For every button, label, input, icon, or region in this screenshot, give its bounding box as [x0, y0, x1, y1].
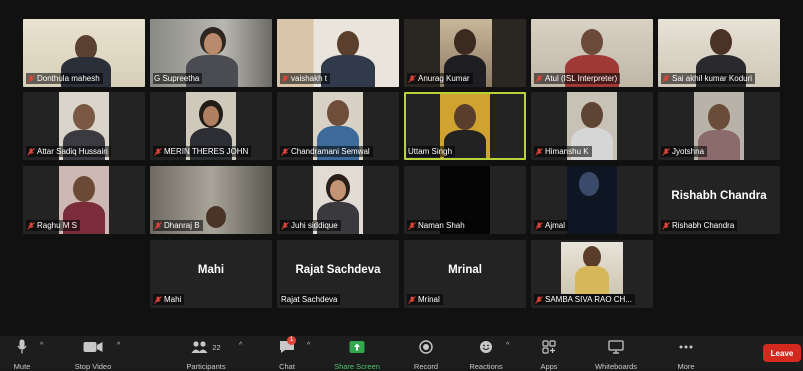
mic-muted-icon [408, 221, 416, 230]
participant-name: Naman Shah [407, 220, 468, 231]
participant-name: Sai akhil kumar Koduri [661, 73, 756, 84]
participant-name: G Supreetha [153, 73, 203, 84]
participant-display-name: Rajat Sachdeva [295, 264, 381, 276]
participant-tile[interactable]: Naman Shah [404, 166, 526, 234]
participant-name: Jyotshna [661, 146, 708, 157]
record-icon [419, 340, 433, 354]
apps-icon [542, 340, 556, 354]
participant-name: Dhanraj B [153, 220, 203, 231]
participant-tile[interactable]: Sai akhil kumar Koduri [658, 19, 780, 87]
stop-video-button[interactable]: Stop Video [75, 338, 111, 371]
mic-muted-icon [408, 74, 416, 83]
video-options-chevron-icon[interactable]: ^ [117, 342, 120, 349]
mic-muted-icon [154, 221, 162, 230]
whiteboard-icon [608, 340, 624, 354]
participant-tile[interactable]: Donthula mahesh [23, 19, 145, 87]
mic-muted-icon [408, 295, 416, 304]
participant-tile[interactable]: Rajat Sachdeva Rajat Sachdeva [277, 240, 399, 308]
video-gallery: Donthula mahesh G Supreetha vaishakh t A… [0, 0, 803, 336]
participant-tile[interactable]: Chandramani Semwal [277, 92, 399, 160]
participant-tile[interactable]: Anurag Kumar [404, 19, 526, 87]
more-ellipsis-icon [679, 345, 693, 349]
mute-options-chevron-icon[interactable]: ^ [40, 342, 43, 349]
participant-name: Rishabh Chandra [661, 220, 738, 231]
more-button[interactable]: More [675, 338, 697, 371]
mic-muted-icon [27, 74, 35, 83]
participant-tile[interactable]: Attar Sadiq Hussain [23, 92, 145, 160]
share-screen-button[interactable]: Share Screen [334, 338, 380, 371]
leave-button[interactable]: Leave [763, 344, 801, 362]
participant-display-name: Mrinal [448, 264, 482, 276]
chat-unread-badge: 1 [287, 336, 296, 345]
participant-name: Juhi siddique [280, 220, 341, 231]
apps-button[interactable]: Apps [538, 338, 560, 371]
participant-tile[interactable]: Mahi Mahi [150, 240, 272, 308]
participants-options-chevron-icon[interactable]: ^ [239, 342, 242, 349]
share-screen-icon [349, 341, 365, 353]
participants-icon [191, 341, 208, 353]
reactions-smiley-icon [480, 341, 492, 353]
participant-name: Mahi [153, 294, 185, 305]
participant-name: Donthula mahesh [26, 73, 103, 84]
mic-muted-icon [27, 147, 35, 156]
mic-muted-icon [535, 147, 543, 156]
participant-display-name: Rishabh Chandra [671, 190, 767, 202]
mic-muted-icon [662, 147, 670, 156]
mic-muted-icon [662, 74, 670, 83]
participant-name: Chandramani Semwal [280, 146, 373, 157]
participant-tile[interactable]: Raghu M S [23, 166, 145, 234]
participant-tile[interactable]: Himanshu K [531, 92, 653, 160]
participant-name: SAMBA SIVA RAO CH... [534, 294, 635, 305]
microphone-icon [17, 339, 27, 354]
mic-muted-icon [535, 295, 543, 304]
participant-tile[interactable]: Ajmal [531, 166, 653, 234]
participant-display-name: Mahi [197, 264, 225, 276]
reactions-options-chevron-icon[interactable]: ^ [506, 342, 509, 349]
participants-count: 22 [212, 342, 221, 352]
chat-button[interactable]: 1 Chat [276, 336, 298, 371]
record-button[interactable]: Record [414, 338, 438, 371]
participant-tile[interactable]: Rishabh Chandra Rishabh Chandra [658, 166, 780, 234]
participant-name: Himanshu K [534, 146, 592, 157]
participant-tile[interactable]: Dhanraj B [150, 166, 272, 234]
participant-tile[interactable]: G Supreetha [150, 19, 272, 87]
mic-muted-icon [662, 221, 670, 230]
mic-muted-icon [281, 147, 289, 156]
participant-name: Anurag Kumar [407, 73, 473, 84]
whiteboards-button[interactable]: Whiteboards [595, 338, 637, 371]
participant-name: Ajmal [534, 220, 569, 231]
participant-name: MERIN THERES JOHN [153, 146, 252, 157]
video-camera-icon [83, 342, 103, 352]
participant-name: Attar Sadiq Hussain [26, 146, 111, 157]
participant-tile[interactable]: SAMBA SIVA RAO CH... [531, 240, 653, 308]
reactions-button[interactable]: Reactions [469, 338, 503, 371]
participant-name: Uttam Singh [407, 146, 456, 157]
participant-tile-active-speaker[interactable]: Uttam Singh [404, 92, 526, 160]
participant-tile[interactable]: Mrinal Mrinal [404, 240, 526, 308]
mic-muted-icon [535, 221, 543, 230]
chat-options-chevron-icon[interactable]: ^ [307, 342, 310, 349]
participant-tile[interactable]: Jyotshna [658, 92, 780, 160]
participant-tile[interactable]: Juhi siddique [277, 166, 399, 234]
participant-tile[interactable]: MERIN THERES JOHN [150, 92, 272, 160]
participant-name: vaishakh t [280, 73, 331, 84]
participant-name: Rajat Sachdeva [280, 294, 341, 305]
mic-muted-icon [281, 221, 289, 230]
participants-button[interactable]: 22 Participants [186, 338, 226, 371]
mute-button[interactable]: Mute [10, 338, 34, 371]
participant-tile[interactable]: Atul (ISL Interpreter) [531, 19, 653, 87]
mic-muted-icon [535, 74, 543, 83]
participant-name: Mrinal [407, 294, 443, 305]
participant-name: Atul (ISL Interpreter) [534, 73, 621, 84]
mic-muted-icon [281, 74, 289, 83]
mic-muted-icon [27, 221, 35, 230]
mic-muted-icon [154, 295, 162, 304]
participant-name: Raghu M S [26, 220, 81, 231]
participant-tile[interactable]: vaishakh t [277, 19, 399, 87]
mic-muted-icon [154, 147, 162, 156]
meeting-toolbar: Mute ^ Stop Video ^ 22 Participants ^ 1 … [0, 336, 803, 371]
